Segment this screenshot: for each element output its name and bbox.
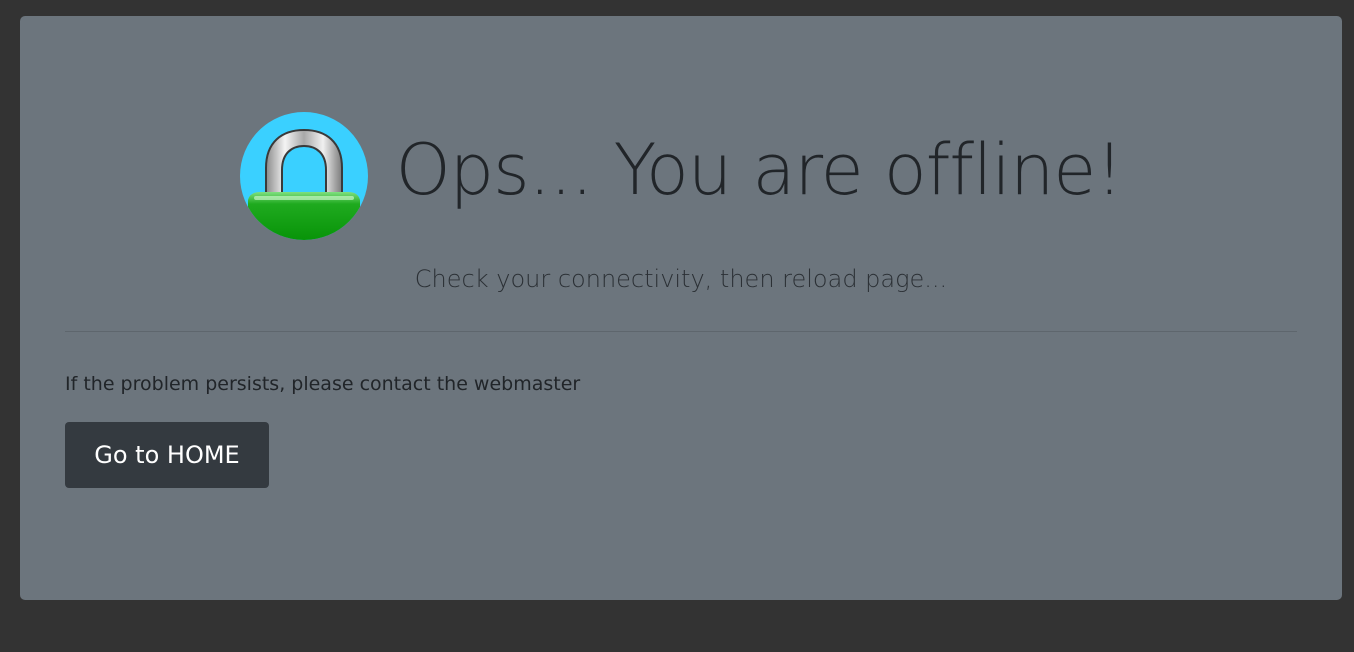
headline: Ops... You are offline!: [20, 112, 1342, 240]
reload-hint: Check your connectivity, then reload pag…: [414, 265, 948, 293]
contact-hint: If the problem persists, please contact …: [65, 373, 581, 395]
divider: [65, 331, 1297, 332]
padlock-icon: [239, 112, 368, 240]
offline-panel: Ops... You are offline! Check your conne…: [20, 16, 1342, 600]
page-title: Ops... You are offline!: [395, 129, 1124, 211]
go-home-button[interactable]: Go to HOME: [65, 422, 269, 488]
